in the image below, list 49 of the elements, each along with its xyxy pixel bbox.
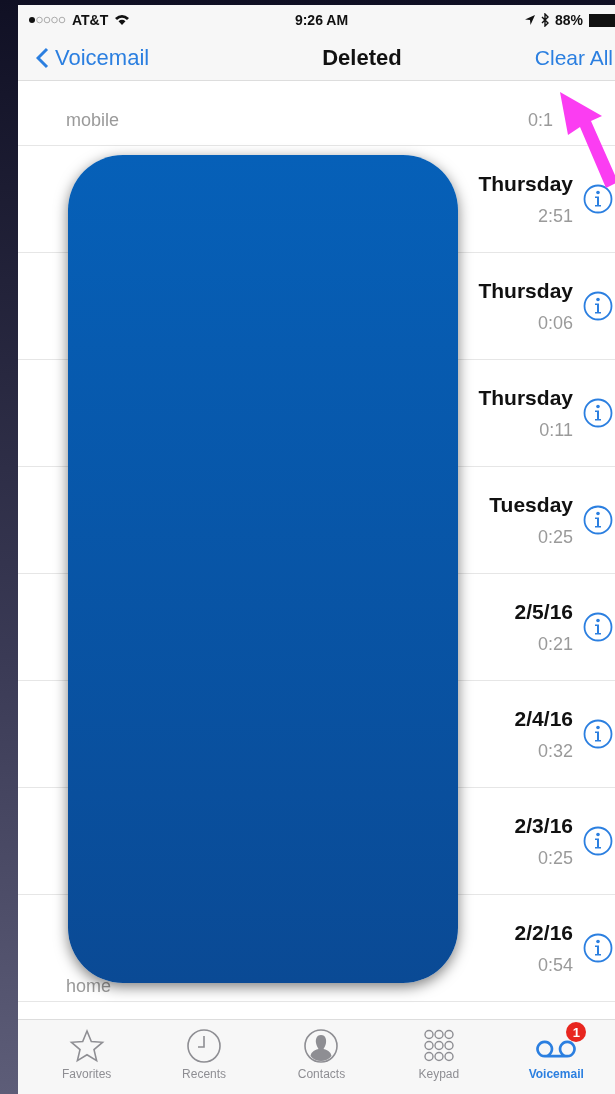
notification-badge: 1 bbox=[566, 1022, 587, 1042]
info-icon[interactable] bbox=[583, 184, 613, 214]
voicemail-duration: 0:1 bbox=[527, 110, 553, 131]
bluetooth-icon bbox=[540, 13, 549, 27]
info-icon[interactable] bbox=[583, 398, 613, 428]
voicemail-duration: 0:25 bbox=[537, 847, 573, 869]
info-icon[interactable] bbox=[583, 505, 613, 535]
voicemail-duration: 0:21 bbox=[537, 633, 573, 655]
voicemail-date: Thursday bbox=[478, 278, 573, 303]
tab-bar-item[interactable]: Contacts bbox=[271, 1020, 372, 1094]
wifi-icon bbox=[114, 14, 131, 26]
person-icon bbox=[303, 1028, 340, 1064]
location-icon bbox=[524, 15, 535, 25]
voicemail-icon bbox=[536, 1040, 577, 1058]
voicemail-duration: 2:51 bbox=[537, 205, 573, 227]
carrier-label: AT&T bbox=[72, 12, 109, 28]
signal-icon bbox=[28, 16, 66, 24]
voicemail-duration: 0:11 bbox=[539, 419, 573, 441]
tab-bar-item[interactable]: Recents bbox=[154, 1020, 255, 1094]
voicemail-duration: 0:25 bbox=[537, 526, 573, 548]
voicemail-date: Thursday bbox=[478, 171, 573, 196]
screen-title: Deleted bbox=[322, 44, 402, 71]
voicemail-date: 2/4/16 bbox=[514, 706, 573, 731]
clock-time: 9:26 AM bbox=[294, 12, 349, 28]
tab-bar-item[interactable]: Keypad bbox=[388, 1020, 489, 1094]
voicemail-date: 2/2/16 bbox=[514, 920, 573, 945]
star-icon bbox=[68, 1028, 105, 1064]
battery-percent: 88% bbox=[554, 12, 583, 28]
voicemail-date: 2/5/16 bbox=[514, 599, 573, 624]
clear-all-button[interactable]: Clear All bbox=[534, 45, 615, 70]
voicemail-duration: 0:54 bbox=[537, 954, 573, 976]
info-icon[interactable] bbox=[583, 933, 613, 963]
clock-icon bbox=[186, 1028, 223, 1064]
tab-bar-item[interactable]: 1 Voicemail bbox=[506, 1020, 607, 1094]
back-chevron-icon bbox=[36, 46, 49, 69]
voicemail-label: mobile bbox=[66, 110, 121, 131]
voicemail-date: 2/3/16 bbox=[514, 813, 573, 838]
info-icon[interactable] bbox=[583, 291, 613, 321]
info-icon[interactable] bbox=[583, 719, 613, 749]
info-icon[interactable] bbox=[583, 612, 613, 642]
voicemail-date: Thursday bbox=[478, 385, 573, 410]
back-button[interactable]: Voicemail bbox=[36, 44, 150, 71]
voicemail-duration: 0:32 bbox=[537, 740, 573, 762]
voicemail-label: home bbox=[66, 976, 113, 997]
voicemail-duration: 0:06 bbox=[537, 312, 573, 334]
tab-bar-item[interactable]: Favorites bbox=[36, 1020, 137, 1094]
voicemail-date: Tuesday bbox=[489, 492, 573, 517]
keypad-icon bbox=[422, 1028, 455, 1064]
info-icon[interactable] bbox=[583, 826, 613, 856]
